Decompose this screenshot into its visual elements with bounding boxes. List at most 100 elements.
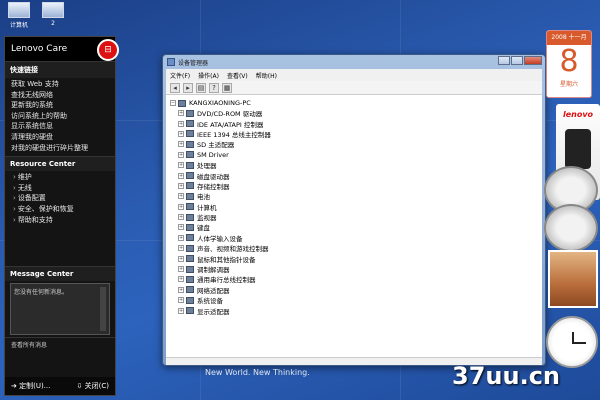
tree-item[interactable]: + DVD/CD-ROM 驱动器 <box>170 108 538 118</box>
tree-item[interactable]: + 存储控制器 <box>170 181 538 191</box>
tree-item[interactable]: + 计算机 <box>170 202 538 212</box>
customize-button[interactable]: ➔ 定制(U)... <box>11 381 50 391</box>
quick-link[interactable]: 显示系统信息 <box>11 121 109 132</box>
tree-item[interactable]: + SM Driver <box>170 150 538 160</box>
expand-icon[interactable]: + <box>178 234 184 241</box>
menu-bar: 文件(F) 操作(A) 查看(V) 帮助(H) <box>166 69 542 81</box>
tree-item[interactable]: + 磁盘驱动器 <box>170 170 538 181</box>
scan-icon[interactable]: ▦ <box>222 82 232 93</box>
tree-root[interactable]: − KANGXIAONING-PC <box>170 98 538 108</box>
message-text: 您没有任何新消息。 <box>14 289 69 297</box>
tree-item[interactable]: + 监视器 <box>170 212 538 222</box>
expand-icon[interactable]: + <box>178 182 184 189</box>
quick-link[interactable]: 对我的硬盘进行碎片整理 <box>11 143 109 154</box>
quick-links-list: 获取 Web 支持 查找无线网络 更新我的系统 访问系统上的帮助 显示系统信息 … <box>5 78 115 156</box>
sound-icon <box>186 244 194 252</box>
close-button[interactable]: ⇩ 关闭(C) <box>77 381 109 391</box>
expand-icon[interactable]: + <box>178 151 184 158</box>
minimize-button[interactable] <box>498 56 510 65</box>
expand-icon[interactable]: + <box>178 297 184 304</box>
toolbar: ◂ ▸ ▤ ? ▦ <box>166 81 542 95</box>
expand-icon[interactable]: + <box>178 162 184 169</box>
expand-icon[interactable]: + <box>178 193 184 200</box>
window-title: 设备管理器 <box>178 59 209 67</box>
calendar-weekday: 星期六 <box>559 81 578 88</box>
resource-item[interactable]: 帮助和支持 <box>11 215 109 226</box>
processor-icon <box>186 161 194 169</box>
forward-arrow-icon[interactable]: ▸ <box>183 82 193 93</box>
quick-link[interactable]: 清理我的硬盘 <box>11 132 109 143</box>
tree-item[interactable]: + 系统设备 <box>170 295 538 305</box>
message-scrollbar[interactable] <box>100 287 106 332</box>
help-icon[interactable]: ? <box>209 82 219 93</box>
expand-icon[interactable]: + <box>178 172 184 179</box>
lenovo-care-panel: Lenovo Care ⊟ 快速链接 获取 Web 支持 查找无线网络 更新我的… <box>4 36 119 396</box>
tree-root-label: KANGXIAONING-PC <box>189 99 251 107</box>
close-window-button[interactable] <box>524 56 542 65</box>
monitor-icon <box>186 213 194 221</box>
expand-icon[interactable]: + <box>178 276 184 283</box>
expand-icon[interactable]: + <box>178 224 184 231</box>
network-adapter-icon <box>186 286 194 294</box>
device-manager-icon <box>167 58 175 66</box>
quick-link[interactable]: 获取 Web 支持 <box>11 79 109 90</box>
tree-item[interactable]: + IEEE 1394 总线主控制器 <box>170 129 538 139</box>
expand-icon[interactable]: + <box>178 255 184 262</box>
expand-icon[interactable]: + <box>178 130 184 137</box>
sm-driver-icon <box>186 151 194 159</box>
calendar-gadget[interactable]: 2008 十一月 8 星期六 <box>546 30 592 98</box>
tree-item[interactable]: + 声音、视频和游戏控制器 <box>170 243 538 253</box>
resource-center-list: 维护 无线 设备配置 安全、保护和恢复 帮助和支持 <box>5 171 115 228</box>
resource-item[interactable]: 设备配置 <box>11 193 109 204</box>
expand-icon[interactable]: + <box>178 245 184 252</box>
collapse-icon[interactable]: − <box>170 100 176 106</box>
clock-minute-hand <box>572 342 586 344</box>
expand-icon[interactable]: + <box>178 120 184 127</box>
care-spacer <box>5 228 115 266</box>
device-manager-titlebar[interactable]: 设备管理器 <box>163 55 545 69</box>
tree-item[interactable]: + 显示适配器 <box>170 305 538 316</box>
quick-link[interactable]: 更新我的系统 <box>11 100 109 111</box>
desktop-icon-folder[interactable]: 2 <box>38 2 68 27</box>
slideshow-photo[interactable] <box>548 250 598 308</box>
desktop-icon-computer[interactable]: 计算机 <box>4 2 34 29</box>
tree-item[interactable]: + 人体学输入设备 <box>170 233 538 243</box>
tree-item[interactable]: + 鼠标和其他指针设备 <box>170 253 538 264</box>
memory-meter-gauge <box>544 204 598 252</box>
expand-icon[interactable]: + <box>178 307 184 314</box>
clock-gadget <box>546 316 598 368</box>
tree-item[interactable]: + 调制解调器 <box>170 264 538 274</box>
tree-item[interactable]: + 通用串行总线控制器 <box>170 274 538 284</box>
expand-icon[interactable]: + <box>178 286 184 293</box>
resource-item[interactable]: 安全、保护和恢复 <box>11 204 109 215</box>
resource-item[interactable]: 维护 <box>11 172 109 183</box>
expand-icon[interactable]: + <box>178 110 184 117</box>
maximize-button[interactable] <box>511 56 523 65</box>
keyboard-icon <box>186 223 194 231</box>
tree-item[interactable]: + IDE ATA/ATAPI 控制器 <box>170 118 538 129</box>
expand-icon[interactable]: + <box>178 141 184 148</box>
site-watermark: 37uu.cn <box>452 362 560 390</box>
tree-item[interactable]: + 键盘 <box>170 222 538 232</box>
menu-help[interactable]: 帮助(H) <box>256 71 277 80</box>
menu-file[interactable]: 文件(F) <box>170 71 190 80</box>
expand-icon[interactable]: + <box>178 266 184 273</box>
expand-icon[interactable]: + <box>178 214 184 221</box>
ieee1394-icon <box>186 130 194 138</box>
toolbox-icon[interactable]: ⊟ <box>97 39 119 61</box>
menu-view[interactable]: 查看(V) <box>227 71 248 80</box>
menu-action[interactable]: 操作(A) <box>198 71 219 80</box>
view-all-messages-link[interactable]: 查看所有消息 <box>5 337 115 351</box>
tree-item[interactable]: + 处理器 <box>170 160 538 170</box>
properties-icon[interactable]: ▤ <box>196 82 206 93</box>
back-arrow-icon[interactable]: ◂ <box>170 82 180 93</box>
computer-icon <box>8 2 30 18</box>
lenovo-care-header: Lenovo Care ⊟ <box>5 37 119 61</box>
quick-link[interactable]: 查找无线网络 <box>11 90 109 101</box>
quick-link[interactable]: 访问系统上的帮助 <box>11 111 109 122</box>
expand-icon[interactable]: + <box>178 203 184 210</box>
tree-item[interactable]: + 电池 <box>170 191 538 201</box>
resource-item[interactable]: 无线 <box>11 183 109 194</box>
tree-item[interactable]: + 网络适配器 <box>170 285 538 295</box>
tree-item[interactable]: + SD 主适配器 <box>170 139 538 149</box>
